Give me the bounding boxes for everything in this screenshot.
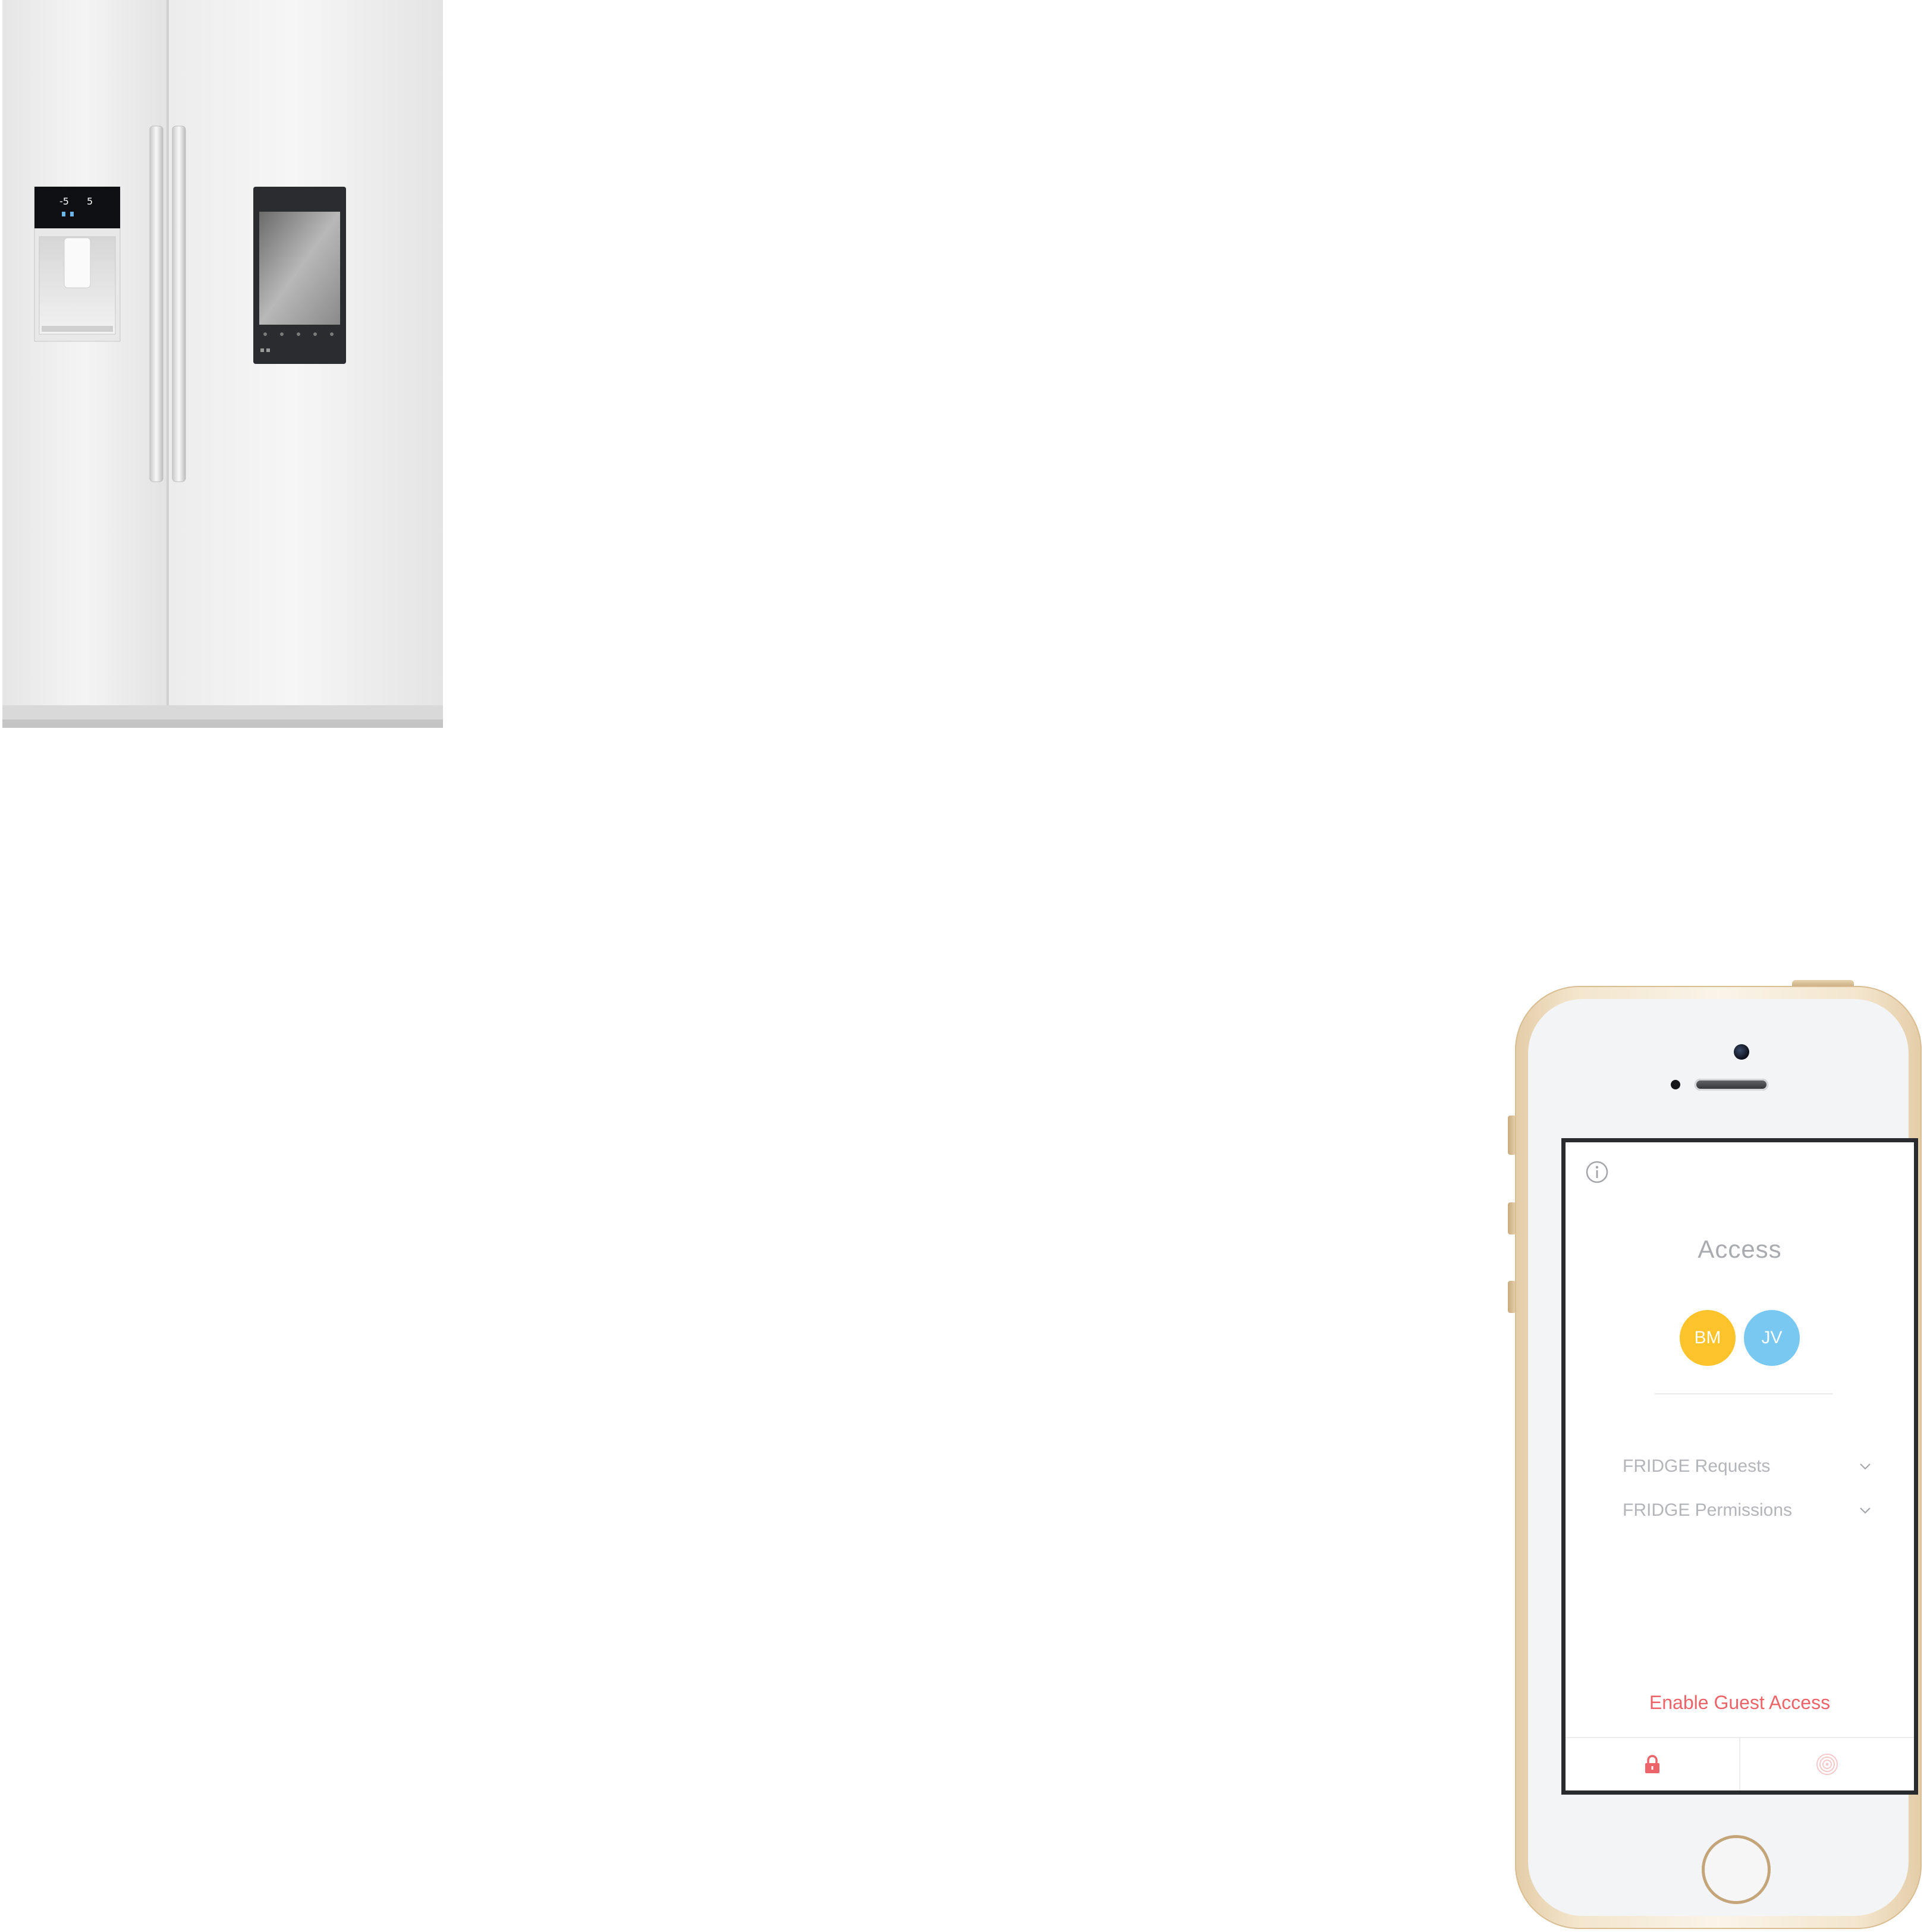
avatar-bm[interactable]: BM [1680,1310,1736,1366]
fridge-permissions-label: FRIDGE Permissions [1623,1500,1793,1520]
app-screen: Access BM JV FRIDGE Requests FRIDGE Perm… [1561,1138,1918,1795]
avatar-jv[interactable]: JV [1744,1310,1800,1366]
info-icon[interactable] [1585,1160,1609,1184]
freezer-handle [149,125,164,482]
fridge-permissions-dropdown[interactable]: FRIDGE Permissions [1623,1496,1872,1525]
svg-text:-5: -5 [59,196,69,207]
chevron-down-icon [1860,1507,1871,1514]
phone-body: Access BM JV FRIDGE Requests FRIDGE Perm… [1515,986,1922,1929]
water-dispenser: -5 5 [34,186,121,342]
fridge-requests-dropdown[interactable]: FRIDGE Requests [1623,1452,1872,1481]
earpiece-speaker [1695,1079,1768,1091]
fingerprint-icon [1816,1754,1838,1775]
fridge-requests-label: FRIDGE Requests [1623,1456,1771,1476]
freezer-door [2,0,166,708]
tab-bar [1566,1737,1914,1790]
proximity-sensor [1671,1080,1680,1089]
svg-text:5: 5 [87,196,93,207]
user-avatars: BM JV [1566,1310,1914,1366]
phone-face: Access BM JV FRIDGE Requests FRIDGE Perm… [1528,999,1918,1916]
lock-icon [1645,1755,1659,1773]
fridge-touchscreen [253,187,346,364]
chevron-down-icon [1860,1463,1871,1470]
enable-guest-access-button[interactable]: Enable Guest Access [1566,1692,1914,1714]
refrigerator-image: -5 5 [0,0,443,728]
home-button[interactable] [1702,1835,1771,1904]
divider [1655,1393,1833,1394]
smartphone: Access BM JV FRIDGE Requests FRIDGE Perm… [1508,976,1930,1932]
front-camera [1734,1044,1749,1060]
tab-lock[interactable] [1566,1738,1739,1790]
fridge-handle [172,125,186,482]
tab-fingerprint[interactable] [1739,1738,1914,1790]
page-title: Access [1698,1235,1782,1263]
